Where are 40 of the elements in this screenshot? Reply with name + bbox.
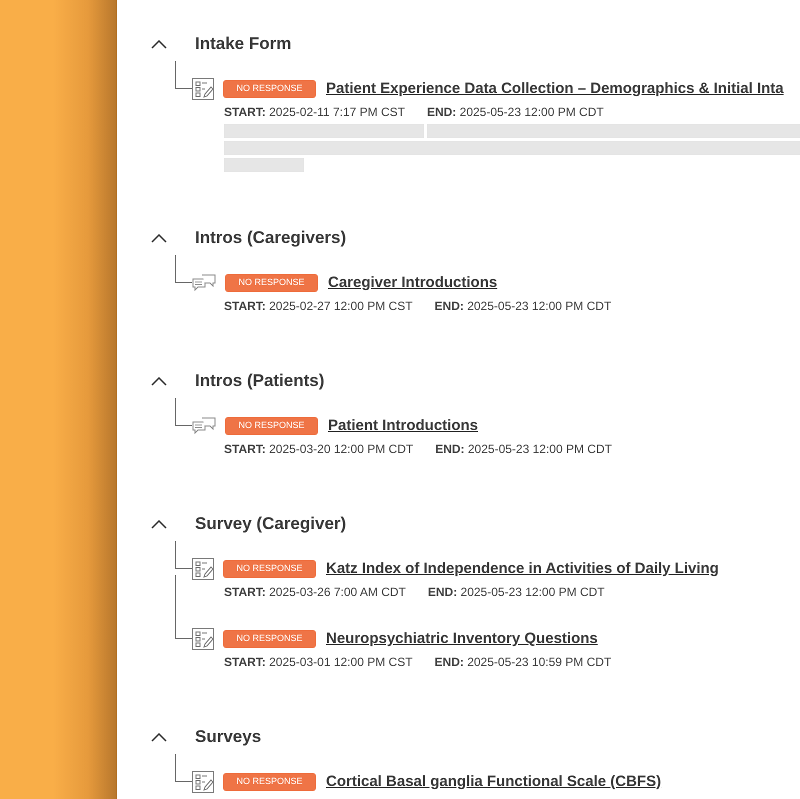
- chevron-up-icon[interactable]: [151, 520, 167, 528]
- section-title: Intros (Patients): [195, 370, 324, 392]
- chevron-up-icon[interactable]: [151, 40, 167, 48]
- section-title: Intros (Caregivers): [195, 227, 346, 250]
- status-badge: NO RESPONSE: [223, 773, 316, 791]
- section-title: Surveys: [195, 726, 262, 748]
- end-date: END: 2025-05-23 12:00 PM CDT: [426, 104, 604, 121]
- start-date: START: 2025-02-27 12:00 PM CST: [224, 298, 413, 315]
- survey-link[interactable]: Neuropsychiatric Inventory Questions: [326, 628, 598, 650]
- end-date: END: 2025-05-23 12:00 PM CDT: [435, 441, 612, 458]
- tree-connector: [175, 398, 192, 426]
- chevron-up-icon[interactable]: [151, 732, 167, 742]
- status-badge: NO RESPONSE: [223, 560, 316, 578]
- survey-link[interactable]: Patient Experience Data Collection – Demographics & Initial Inta: [326, 78, 784, 100]
- status-badge: NO RESPONSE: [223, 630, 316, 648]
- survey-link[interactable]: Cortical Basal ganglia Functional Scale (CBFS): [326, 770, 662, 794]
- survey-link[interactable]: Katz Index of Independence in Activities of Daily Living: [326, 558, 719, 580]
- checklist-icon: [192, 558, 214, 580]
- chat-bubbles-icon: [192, 274, 216, 292]
- start-date: START: 2025-02-11 7:17 PM CST: [224, 104, 405, 121]
- end-date: END: 2025-05-23 12:00 PM CDT: [434, 298, 612, 315]
- tree-connector: [175, 255, 192, 283]
- start-date: START: 2025-03-20 12:00 PM CDT: [224, 441, 414, 458]
- checklist-icon: [192, 771, 214, 793]
- chat-bubbles-icon: [192, 417, 216, 435]
- status-badge: NO RESPONSE: [225, 417, 318, 435]
- checklist-icon: [192, 628, 214, 650]
- chevron-up-icon[interactable]: [151, 234, 167, 242]
- section-title: Intake Form: [195, 33, 292, 56]
- start-date: START: 2025-03-01 12:00 PM CST: [224, 654, 413, 671]
- checklist-icon: [192, 78, 214, 100]
- survey-link[interactable]: Patient Introductions: [328, 414, 478, 438]
- chevron-up-icon[interactable]: [151, 376, 167, 386]
- status-badge: NO RESPONSE: [223, 80, 316, 98]
- status-badge: NO RESPONSE: [225, 274, 318, 292]
- end-date: END: 2025-05-23 10:59 PM CDT: [434, 654, 612, 671]
- start-date: START: 2025-03-26 7:00 AM CDT: [224, 584, 406, 601]
- survey-link[interactable]: Caregiver Introductions: [328, 272, 498, 294]
- end-date: END: 2025-05-23 12:00 PM CDT: [428, 584, 605, 601]
- section-title: Survey (Caregiver): [195, 513, 346, 536]
